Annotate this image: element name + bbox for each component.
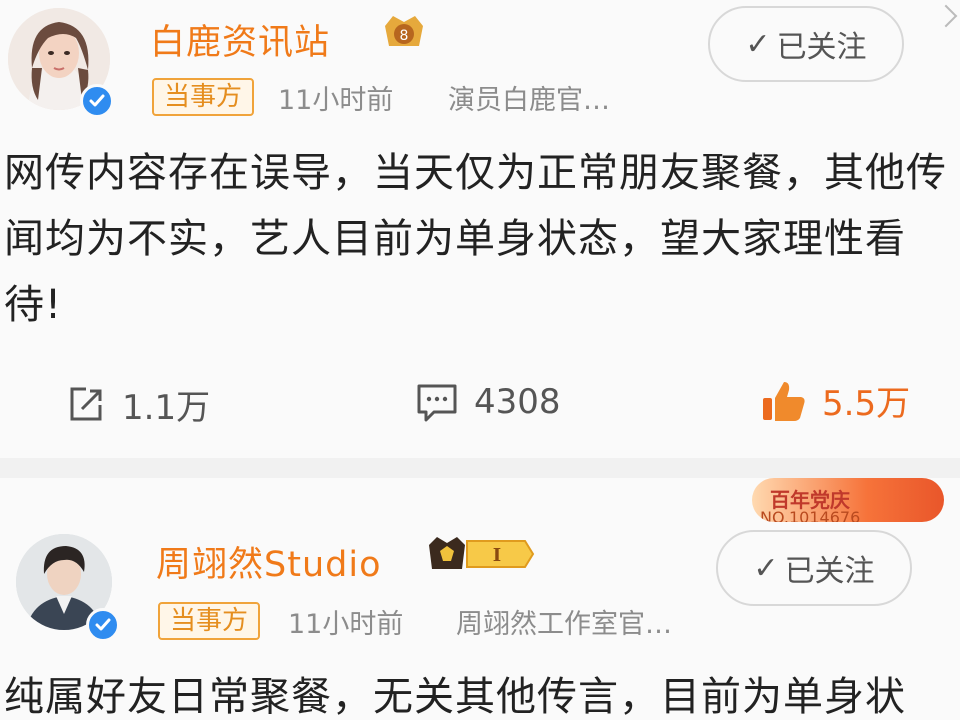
party-tag: 当事方 bbox=[158, 602, 261, 640]
like-button[interactable]: 5.5万 bbox=[760, 376, 910, 425]
post-content[interactable]: 网传内容存在误导，当天仅为正常朋友聚餐，其他传闻均为不实，艺人目前为单身状态，望… bbox=[4, 140, 960, 338]
comment-button[interactable]: 4308 bbox=[414, 380, 561, 424]
post-time: 11小时前 bbox=[278, 85, 394, 116]
gold-crown-badge-icon[interactable]: 8 bbox=[379, 12, 429, 56]
repost-count: 1.1万 bbox=[122, 388, 211, 428]
repost-icon bbox=[70, 387, 102, 420]
like-count: 5.5万 bbox=[822, 384, 911, 424]
post-source[interactable]: 周翊然工作室官… bbox=[456, 602, 672, 641]
post-source[interactable]: 演员白鹿官… bbox=[448, 78, 610, 117]
post-card: 白鹿资讯站 8 当事方 11小时前 演员白鹿官… ✓ 已关注 网传内容存在误导，… bbox=[0, 0, 960, 458]
svg-text:8: 8 bbox=[400, 28, 409, 44]
anniversary-banner[interactable]: 百年党庆 NO.1014676 bbox=[752, 478, 944, 522]
follow-button[interactable]: ✓ 已关注 bbox=[716, 530, 912, 606]
chevron-right-icon[interactable] bbox=[934, 4, 958, 28]
author-name[interactable]: 白鹿资讯站 bbox=[150, 14, 330, 65]
thumbs-up-icon bbox=[763, 381, 805, 421]
comment-icon bbox=[417, 384, 457, 422]
badge-level: I bbox=[493, 545, 501, 566]
crown-level-badge-icon[interactable]: I bbox=[427, 533, 535, 579]
repost-button[interactable]: 1.1万 bbox=[64, 380, 210, 429]
check-icon: ✓ bbox=[753, 550, 779, 586]
follow-label: 已关注 bbox=[784, 554, 875, 589]
follow-button[interactable]: ✓ 已关注 bbox=[708, 6, 904, 82]
verified-icon bbox=[80, 84, 114, 118]
comment-count: 4308 bbox=[474, 382, 561, 422]
party-tag: 当事方 bbox=[152, 78, 255, 116]
post-content[interactable]: 纯属好友日常聚餐，无关其他传言，目前为单身状 bbox=[4, 664, 960, 720]
verified-icon bbox=[86, 608, 120, 642]
banner-subtext: NO.1014676 bbox=[760, 508, 861, 522]
post-time: 11小时前 bbox=[288, 609, 404, 640]
author-name[interactable]: 周翊然Studio bbox=[156, 536, 381, 587]
check-icon: ✓ bbox=[745, 26, 771, 62]
follow-label: 已关注 bbox=[776, 30, 867, 65]
